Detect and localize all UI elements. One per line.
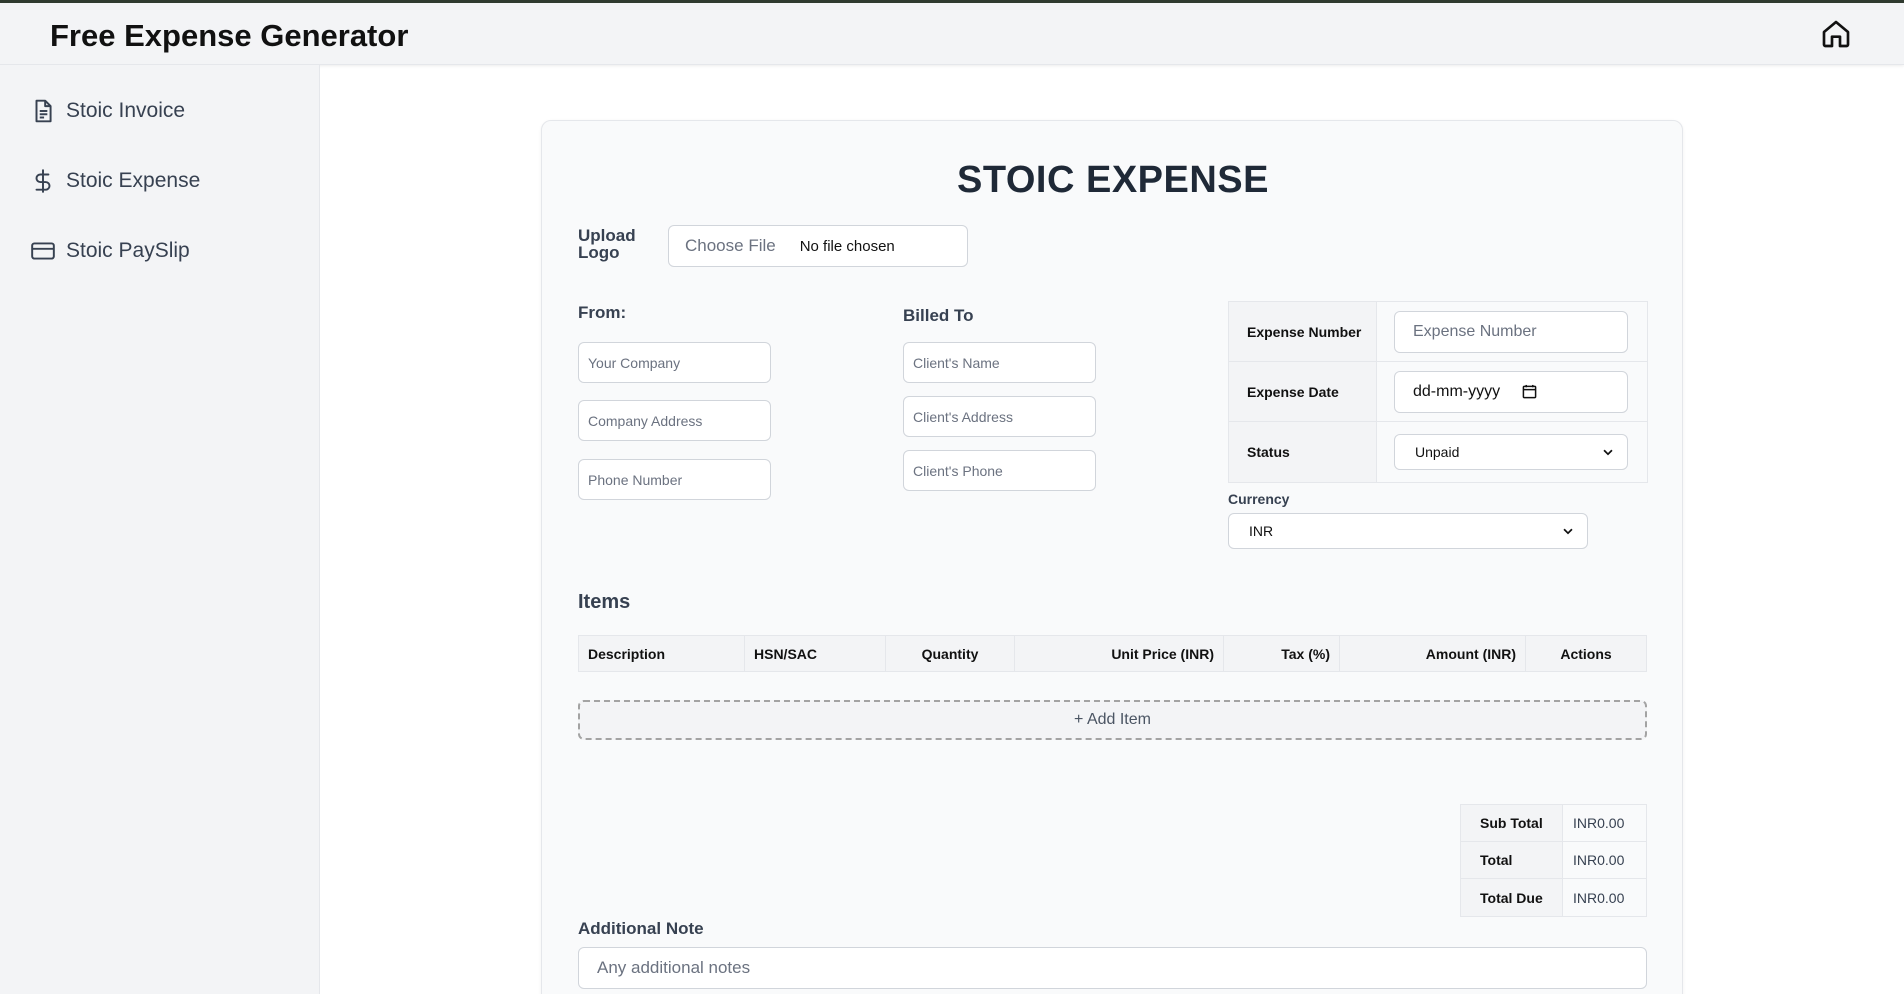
status-value: Unpaid bbox=[1415, 444, 1460, 460]
company-address-input[interactable] bbox=[578, 400, 771, 441]
chevron-down-icon bbox=[1563, 528, 1573, 535]
totals-label: Sub Total bbox=[1461, 805, 1563, 841]
totals-value: INR0.00 bbox=[1563, 879, 1646, 916]
expense-number-input[interactable] bbox=[1394, 310, 1628, 353]
items-title: Items bbox=[578, 591, 631, 613]
meta-row: Expense Number bbox=[1229, 302, 1647, 362]
add-item-button[interactable]: + Add Item bbox=[578, 700, 1647, 740]
date-value: dd-mm-yyyy bbox=[1413, 382, 1501, 400]
billed-to-label: Billed To bbox=[903, 306, 974, 325]
totals-row-total-due: Total Due INR0.00 bbox=[1461, 879, 1646, 916]
totals-value: INR0.00 bbox=[1563, 805, 1646, 841]
client-name-input[interactable] bbox=[903, 342, 1096, 383]
sidebar-item-stoic-expense[interactable]: Stoic Expense bbox=[30, 161, 200, 201]
status-select[interactable]: Unpaid bbox=[1394, 434, 1628, 470]
totals-label: Total bbox=[1461, 842, 1563, 878]
client-phone-input[interactable] bbox=[903, 450, 1096, 491]
company-name-input[interactable] bbox=[578, 342, 771, 383]
items-table-header: Description HSN/SAC Quantity Unit Price … bbox=[578, 635, 1647, 672]
form-title: STOIC EXPENSE bbox=[956, 159, 1269, 201]
column-header-unit-price: Unit Price (INR) bbox=[1015, 636, 1224, 671]
dollar-icon bbox=[35, 169, 51, 193]
expense-meta-table: Expense Number Expense Date dd-mm-yyyy S… bbox=[1228, 301, 1648, 483]
choose-file-button[interactable]: Choose File bbox=[685, 236, 776, 256]
meta-row: Expense Date dd-mm-yyyy bbox=[1229, 362, 1647, 422]
sidebar-item-label: Stoic PaySlip bbox=[66, 239, 190, 262]
totals-table: Sub Total INR0.00 Total INR0.00 Total Du… bbox=[1460, 804, 1647, 917]
credit-card-icon bbox=[31, 242, 55, 260]
additional-note-input[interactable] bbox=[578, 947, 1647, 989]
expense-date-input[interactable]: dd-mm-yyyy bbox=[1394, 370, 1628, 413]
column-header-quantity: Quantity bbox=[886, 636, 1015, 671]
column-header-description: Description bbox=[579, 636, 745, 671]
from-label: From: bbox=[578, 303, 627, 322]
column-header-actions: Actions bbox=[1560, 645, 1612, 662]
chevron-down-icon bbox=[1603, 449, 1613, 456]
document-icon bbox=[35, 99, 52, 123]
column-header-hsn-sac: HSN/SAC bbox=[745, 636, 886, 671]
top-bar: Free Expense Generator bbox=[0, 0, 1904, 65]
totals-row-total: Total INR0.00 bbox=[1461, 842, 1646, 879]
file-status-text: No file chosen bbox=[799, 237, 895, 255]
upload-logo-label: Upload Logo bbox=[578, 226, 636, 262]
expense-number-label: Expense Number bbox=[1229, 302, 1377, 361]
expense-form-card: STOIC EXPENSE Upload Logo Choose File No… bbox=[541, 120, 1683, 994]
sidebar-item-stoic-payslip[interactable]: Stoic PaySlip bbox=[30, 231, 190, 271]
company-phone-input[interactable] bbox=[578, 459, 771, 500]
sidebar-item-label: Stoic Expense bbox=[66, 169, 201, 192]
column-header-tax: Tax (%) bbox=[1224, 636, 1340, 671]
currency-value: INR bbox=[1249, 523, 1274, 539]
meta-row: Status Unpaid bbox=[1229, 422, 1647, 482]
home-button[interactable] bbox=[1820, 18, 1852, 50]
expense-date-label: Expense Date bbox=[1229, 362, 1377, 421]
logo-file-input[interactable]: Choose File No file chosen bbox=[668, 225, 968, 267]
app-title: Free Expense Generator bbox=[50, 18, 409, 53]
totals-value: INR0.00 bbox=[1563, 842, 1646, 878]
currency-label: Currency bbox=[1228, 491, 1290, 507]
home-icon bbox=[1822, 20, 1850, 48]
totals-row-subtotal: Sub Total INR0.00 bbox=[1461, 805, 1646, 842]
client-address-input[interactable] bbox=[903, 396, 1096, 437]
totals-label: Total Due bbox=[1461, 879, 1563, 916]
status-label: Status bbox=[1229, 422, 1377, 482]
currency-select[interactable]: INR bbox=[1228, 513, 1588, 549]
column-header-amount: Amount (INR) bbox=[1340, 636, 1526, 671]
sidebar-item-label: Stoic Invoice bbox=[66, 99, 186, 122]
sidebar: Stoic Invoice Stoic Expense Stoic PaySli… bbox=[0, 65, 320, 994]
sidebar-item-stoic-invoice[interactable]: Stoic Invoice bbox=[30, 91, 185, 131]
additional-note-label: Additional Note bbox=[578, 919, 704, 938]
calendar-icon[interactable] bbox=[1522, 384, 1537, 399]
